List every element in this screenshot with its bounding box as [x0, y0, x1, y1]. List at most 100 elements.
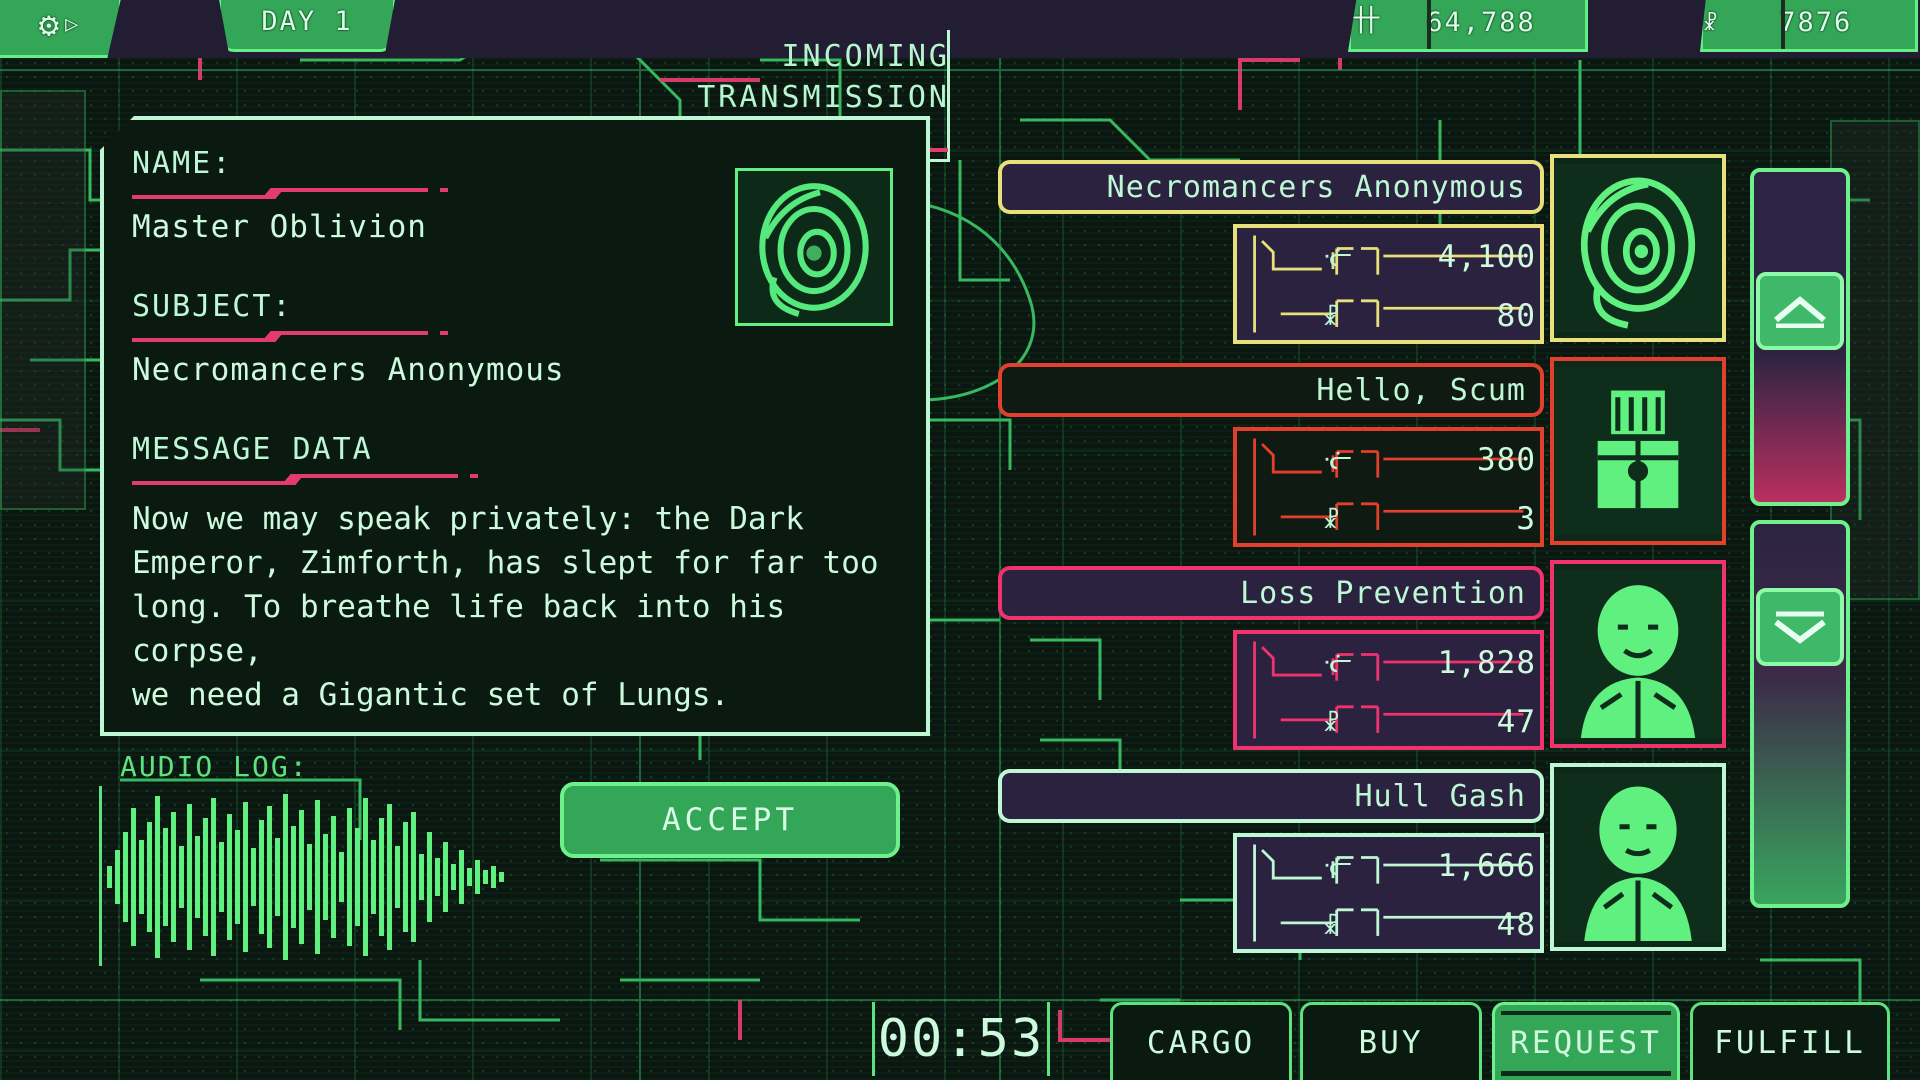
contract-title: Necromancers Anonymous	[1106, 169, 1526, 205]
chalice-icon: ☧	[1703, 8, 1717, 36]
contract-stats: ᓠ 1,828 ☧ 47	[1233, 630, 1544, 750]
contract-title-bar[interactable]: Necromancers Anonymous	[998, 160, 1544, 214]
scroll-up-button[interactable]	[1756, 272, 1844, 350]
cargo-button[interactable]: CARGO	[1110, 1002, 1292, 1080]
day-counter: DAY 1	[218, 0, 396, 52]
chalice-icon: ☧	[1323, 909, 1339, 941]
contract-credits-row: ᓠ 1,666	[1237, 837, 1548, 895]
contract-stats: ᓠ 1,666 ☧ 48	[1233, 833, 1544, 953]
contract-portrait	[1550, 154, 1726, 342]
contract-list: Necromancers Anonymous ᓠ 4,100 ☧ 80 Hell…	[998, 154, 1728, 972]
fulfill-button-label: FULFILL	[1714, 1024, 1866, 1061]
credits-icon: ᓠ	[1323, 647, 1352, 679]
day-label: DAY 1	[261, 6, 353, 37]
contract-card[interactable]: Loss Prevention ᓠ 1,828 ☧ 47	[998, 560, 1728, 761]
chalice-icon: ☧	[1323, 706, 1339, 738]
contract-portrait-art	[1554, 773, 1722, 941]
contract-reputation-row: ☧ 47	[1237, 693, 1548, 751]
contract-credits-value: 1,666	[1437, 848, 1536, 884]
contract-title: Hello, Scum	[1316, 372, 1526, 408]
request-button[interactable]: REQUEST	[1492, 1002, 1680, 1080]
message-data-label: MESSAGE DATA	[132, 432, 373, 467]
timer-value: 00:53	[877, 1009, 1045, 1069]
contract-portrait-art	[1554, 570, 1722, 738]
contract-stats: ᓠ 4,100 ☧ 80	[1233, 224, 1544, 344]
credits-value: 64,788	[1426, 6, 1536, 38]
sender-portrait-art	[738, 171, 890, 323]
contract-credits-value: 4,100	[1437, 239, 1536, 275]
contract-card[interactable]: Hull Gash ᓠ 1,666 ☧ 48	[998, 763, 1728, 964]
message-body: Now we may speak privately: the Dark Emp…	[132, 497, 898, 717]
round-timer: 00:53	[872, 1002, 1050, 1076]
scroll-down-button[interactable]	[1756, 588, 1844, 666]
reputation-value: 7876	[1779, 6, 1853, 38]
contract-reputation-value: 3	[1516, 501, 1536, 537]
sender-portrait	[735, 168, 893, 326]
incoming-transmission-heading: INCOMING TRANSMISSION	[640, 36, 950, 118]
contract-title-bar[interactable]: Hello, Scum	[998, 363, 1544, 417]
divider	[1781, 0, 1785, 49]
contract-credits-value: 1,828	[1437, 645, 1536, 681]
gear-icon: ⚙	[38, 4, 62, 45]
credits-icon: ᓠ	[1323, 850, 1352, 882]
contract-reputation-row: ☧ 3	[1237, 490, 1548, 548]
message-line-4: we need a Gigantic set of Lungs.	[132, 677, 730, 713]
credits-display: 64,788	[1348, 0, 1588, 52]
chalice-icon: ☧	[1323, 503, 1339, 535]
audio-log: AUDIO LOG:	[85, 742, 530, 972]
reputation-display: ☧ 7876	[1700, 0, 1918, 52]
audio-waveform[interactable]	[103, 788, 515, 966]
decor-panel-left	[0, 90, 86, 510]
message-line-1: Now we may speak privately: the Dark	[132, 501, 804, 537]
chevron-up-icon	[1774, 296, 1826, 328]
cargo-button-label: CARGO	[1146, 1024, 1256, 1061]
contract-reputation-value: 47	[1496, 704, 1536, 740]
contract-credits-value: 380	[1477, 442, 1536, 478]
contract-stats: ᓠ 380 ☧ 3	[1233, 427, 1544, 547]
subject-value: Necromancers Anonymous	[132, 352, 565, 388]
credits-icon: ᓠ	[1323, 444, 1352, 476]
audio-log-label: AUDIO LOG:	[120, 750, 309, 783]
contract-portrait	[1550, 357, 1726, 545]
contract-scrollbar[interactable]	[1742, 168, 1860, 918]
contract-title: Hull Gash	[1354, 778, 1526, 814]
chalice-icon: ☧	[1323, 300, 1339, 332]
contract-reputation-value: 48	[1496, 907, 1536, 943]
game-screen: ⚙ ▷ DAY 1 64,788 ☧ 7876 INCOMING TRANSMI…	[0, 0, 1920, 1080]
contract-credits-row: ᓠ 1,828	[1237, 634, 1548, 692]
contract-title-bar[interactable]: Loss Prevention	[998, 566, 1544, 620]
credits-icon	[1351, 7, 1377, 37]
buy-button[interactable]: BUY	[1300, 1002, 1482, 1080]
subject-underline	[132, 326, 898, 342]
accept-button-label: ACCEPT	[662, 802, 798, 838]
divider	[1427, 0, 1431, 49]
contract-reputation-row: ☧ 48	[1237, 896, 1548, 954]
accept-button[interactable]: ACCEPT	[560, 782, 900, 858]
credits-icon: ᓠ	[1323, 241, 1352, 273]
message-line-3: long. To breathe life back into his corp…	[132, 589, 786, 669]
buy-button-label: BUY	[1358, 1024, 1424, 1061]
message-line-2: Emperor, Zimforth, has slept for far too	[132, 545, 879, 581]
contract-portrait	[1550, 560, 1726, 748]
contract-portrait	[1550, 763, 1726, 951]
contract-credits-row: ᓠ 4,100	[1237, 228, 1548, 286]
contract-title-bar[interactable]: Hull Gash	[998, 769, 1544, 823]
contract-title: Loss Prevention	[1240, 575, 1526, 611]
fulfill-button[interactable]: FULFILL	[1690, 1002, 1890, 1080]
incoming-line-1: INCOMING	[781, 39, 950, 74]
settings-button[interactable]: ⚙ ▷	[0, 0, 122, 58]
contract-card[interactable]: Hello, Scum ᓠ 380 ☧ 3	[998, 357, 1728, 558]
message-data-underline	[132, 469, 898, 485]
request-button-label: REQUEST	[1510, 1024, 1662, 1061]
contract-credits-row: ᓠ 380	[1237, 431, 1548, 489]
contract-portrait-art	[1554, 367, 1722, 535]
contract-reputation-row: ☧ 80	[1237, 287, 1548, 345]
contract-portrait-art	[1554, 164, 1722, 332]
scroll-track-lower[interactable]	[1750, 520, 1850, 908]
incoming-line-2: TRANSMISSION	[697, 80, 950, 115]
bottom-action-bar: 00:53 CARGO BUY REQUEST FULFILL	[0, 998, 1920, 1080]
flag-icon: ▷	[65, 12, 81, 37]
contract-card[interactable]: Necromancers Anonymous ᓠ 4,100 ☧ 80	[998, 154, 1728, 355]
contract-reputation-value: 80	[1496, 298, 1536, 334]
chevron-down-icon	[1774, 611, 1826, 644]
